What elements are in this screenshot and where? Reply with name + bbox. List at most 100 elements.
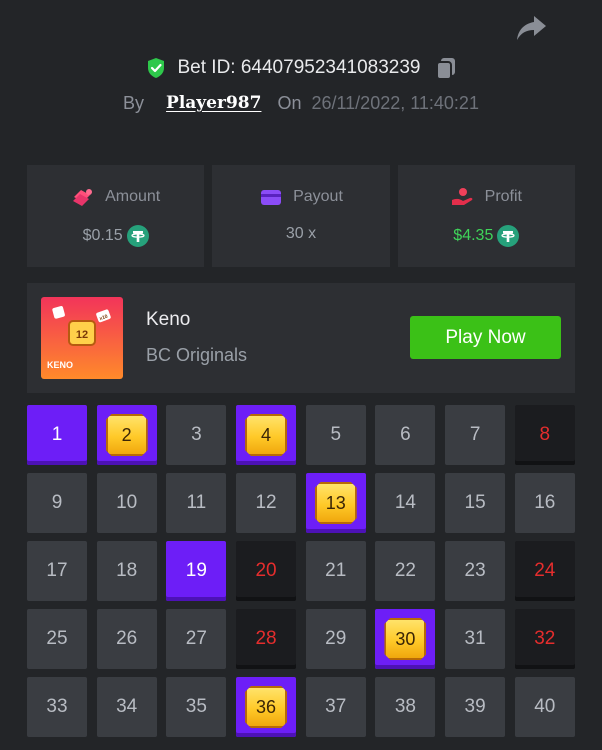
keno-cell[interactable]: 29 xyxy=(305,609,366,669)
game-card: 12 x10 KENO Keno BC Originals Play Now xyxy=(27,283,575,393)
keno-cell-number: 26 xyxy=(116,628,138,649)
keno-cell[interactable]: 28 xyxy=(236,609,297,669)
keno-cell-number: 3 xyxy=(191,424,202,445)
hand-profit-icon xyxy=(451,188,473,205)
keno-cell[interactable]: 31 xyxy=(445,609,506,669)
game-provider: BC Originals xyxy=(146,345,248,365)
keno-cell[interactable]: 37 xyxy=(305,677,366,737)
keno-cell-number: 35 xyxy=(185,696,207,717)
gem-icon: 2 xyxy=(105,414,148,456)
keno-cell[interactable]: 36 xyxy=(236,677,297,737)
coins-icon xyxy=(73,189,93,206)
keno-cell[interactable]: 13 xyxy=(305,473,366,533)
bet-stats: Amount $0.15 Payout 30 x Profit $4.35 xyxy=(27,165,575,267)
keno-cell[interactable]: 7 xyxy=(445,405,506,465)
gem-icon: 30 xyxy=(384,618,427,660)
keno-thumbnail[interactable]: 12 x10 KENO xyxy=(41,297,123,379)
keno-cell[interactable]: 16 xyxy=(514,473,575,533)
thumb-number: 12 xyxy=(76,329,88,341)
keno-cell-number: 30 xyxy=(395,628,416,649)
game-name: Keno xyxy=(146,309,191,330)
keno-cell[interactable]: 8 xyxy=(514,405,575,465)
keno-cell[interactable]: 39 xyxy=(445,677,506,737)
keno-cell[interactable]: 22 xyxy=(375,541,436,601)
keno-cell-number: 23 xyxy=(464,560,486,581)
keno-cell-number: 4 xyxy=(261,424,272,445)
player-name-link[interactable]: Player987 xyxy=(166,93,261,113)
play-now-button[interactable]: Play Now xyxy=(410,316,561,359)
keno-cell-number: 10 xyxy=(116,492,138,513)
keno-cell-number: 38 xyxy=(394,696,416,717)
on-label: On xyxy=(277,92,302,113)
keno-cell[interactable]: 33 xyxy=(27,677,87,737)
bet-id-text: Bet ID: 64407952341083239 xyxy=(177,57,421,78)
keno-cell-number: 15 xyxy=(464,492,486,513)
profit-value: $4.35 xyxy=(453,227,494,244)
keno-cell[interactable]: 40 xyxy=(514,677,575,737)
keno-cell-number: 37 xyxy=(325,696,347,717)
keno-cell-number: 9 xyxy=(51,492,63,513)
keno-cell[interactable]: 27 xyxy=(166,609,227,669)
keno-cell[interactable]: 17 xyxy=(27,541,87,601)
keno-cell-number: 39 xyxy=(464,696,486,717)
keno-cell[interactable]: 20 xyxy=(236,541,297,601)
shield-check-icon xyxy=(147,58,164,78)
keno-cell[interactable]: 2 xyxy=(96,405,157,465)
keno-cell-number: 28 xyxy=(255,628,277,649)
keno-cell-number: 21 xyxy=(325,560,347,581)
keno-cell[interactable]: 6 xyxy=(375,405,436,465)
keno-cell-number: 34 xyxy=(116,696,138,717)
stat-profit: Profit $4.35 xyxy=(397,165,575,267)
keno-cell[interactable]: 35 xyxy=(166,677,227,737)
amount-value: $0.15 xyxy=(82,227,123,244)
keno-cell-number: 20 xyxy=(255,560,277,581)
gem-icon: 13 xyxy=(314,482,357,524)
keno-cell-number: 25 xyxy=(46,628,68,649)
keno-cell[interactable]: 14 xyxy=(375,473,436,533)
stat-amount: Amount $0.15 xyxy=(27,165,205,267)
keno-cell[interactable]: 38 xyxy=(375,677,436,737)
keno-cell[interactable]: 23 xyxy=(445,541,506,601)
keno-cell[interactable]: 21 xyxy=(305,541,366,601)
keno-cell[interactable]: 12 xyxy=(236,473,297,533)
keno-grid: 1 2 3 4 5 6 7 8 9 10 11 12 13 14 15 16 17 18 19 20 21 22 23 24 2… xyxy=(27,405,575,737)
keno-cell[interactable]: 9 xyxy=(27,473,87,533)
keno-cell[interactable]: 11 xyxy=(166,473,227,533)
keno-cell-number: 6 xyxy=(400,424,411,445)
keno-cell-number: 31 xyxy=(464,628,486,649)
keno-cell[interactable]: 4 xyxy=(236,405,297,465)
keno-cell[interactable]: 25 xyxy=(27,609,87,669)
keno-cell[interactable]: 5 xyxy=(305,405,366,465)
share-arrow-icon xyxy=(517,16,546,40)
stat-payout: Payout 30 x xyxy=(212,165,390,267)
keno-cell-number: 18 xyxy=(116,560,138,581)
profit-label: Profit xyxy=(484,188,522,205)
keno-cell-number: 8 xyxy=(539,424,551,445)
keno-cell-number: 7 xyxy=(469,424,481,445)
bet-author-row: By Player987 On 26/11/2022, 11:40:21 xyxy=(0,90,602,116)
keno-cell-number: 29 xyxy=(325,628,347,649)
keno-cell-number: 13 xyxy=(325,492,346,513)
keno-cell[interactable]: 1 xyxy=(27,405,87,465)
keno-cell[interactable]: 3 xyxy=(166,405,227,465)
thumb-label: KENO xyxy=(47,360,73,370)
keno-cell[interactable]: 26 xyxy=(96,609,157,669)
tether-icon xyxy=(497,225,520,247)
keno-cell[interactable]: 15 xyxy=(445,473,506,533)
keno-cell[interactable]: 34 xyxy=(96,677,157,737)
keno-cell[interactable]: 19 xyxy=(166,541,227,601)
keno-cell-number: 14 xyxy=(394,492,416,513)
amount-label: Amount xyxy=(105,188,161,205)
keno-cell[interactable]: 24 xyxy=(514,541,575,601)
keno-cell-number: 11 xyxy=(186,492,207,513)
tether-icon xyxy=(126,225,149,247)
by-label: By xyxy=(123,92,145,113)
keno-cell-number: 2 xyxy=(121,424,132,445)
keno-cell[interactable]: 10 xyxy=(96,473,157,533)
keno-cell-number: 40 xyxy=(534,696,556,717)
keno-cell[interactable]: 18 xyxy=(96,541,157,601)
keno-cell[interactable]: 30 xyxy=(375,609,436,669)
share-button[interactable] xyxy=(514,12,548,44)
copy-icon[interactable] xyxy=(435,56,457,80)
keno-cell[interactable]: 32 xyxy=(514,609,575,669)
